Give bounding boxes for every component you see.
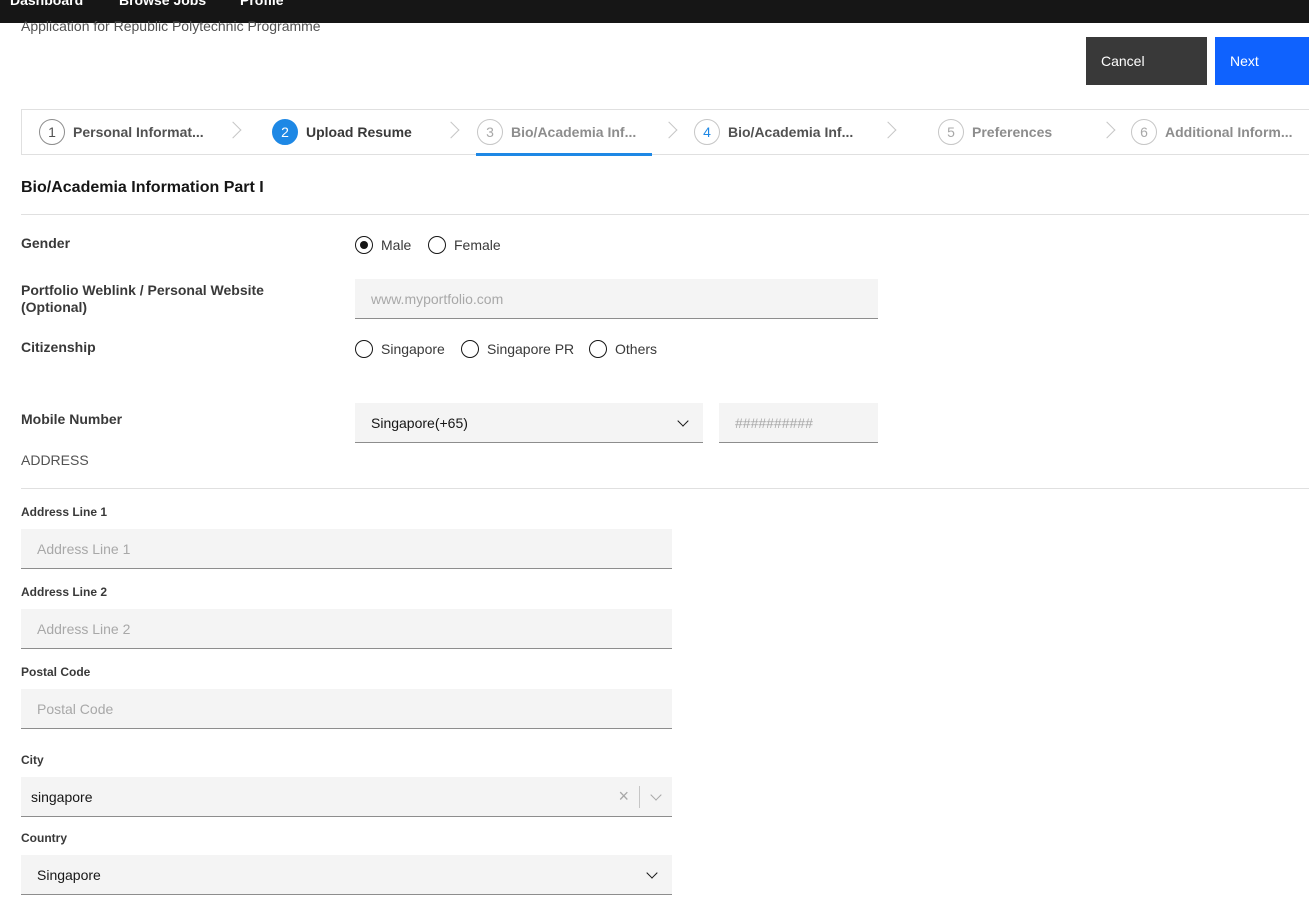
radio-unchecked-icon [355,340,373,358]
address-line2-input[interactable] [21,609,672,649]
address-line1-label: Address Line 1 [21,505,108,519]
chevron-right-icon [442,121,460,139]
chevron-right-icon [224,121,242,139]
step-number: 5 [938,119,964,145]
chevron-right-icon [660,121,678,139]
next-button[interactable]: Next [1215,37,1309,85]
clear-icon[interactable]: × [618,786,629,807]
portfolio-input[interactable] [355,279,878,319]
nav-profile[interactable]: Profile [240,0,284,8]
separator [639,785,640,808]
step-label: Personal Informat... [73,124,204,140]
radio-checked-icon [355,236,373,254]
mobile-number-input[interactable] [719,403,878,443]
step-label: Bio/Academia Inf... [728,124,854,140]
combobox-controls: × [618,777,662,816]
city-value: singapore [31,788,93,805]
step-label: Preferences [972,124,1053,140]
progress-stepper: 1 Personal Informat... 2 Upload Resume 3… [21,109,1309,156]
section-title: Bio/Academia Information Part I [21,179,264,196]
country-select[interactable]: Singapore [21,855,672,895]
country-value: Singapore [37,866,101,883]
page-subtitle: Application for Republic Polytechnic Pro… [21,18,321,34]
mobile-number-label: Mobile Number [21,411,123,427]
step-bio-academia-part-2[interactable]: 4 Bio/Academia Inf... [694,110,853,154]
city-combobox[interactable]: singapore × [21,777,672,817]
radio-label: Male [381,237,412,253]
citizenship-singapore-radio[interactable]: Singapore [355,340,445,358]
portfolio-label-line2: (Optional) [21,299,88,315]
step-number: 4 [694,119,720,145]
country-code-select[interactable]: Singapore(+65) [355,403,703,443]
city-label: City [21,753,44,767]
portfolio-label: Portfolio Weblink / Personal Website (Op… [21,282,264,316]
portfolio-label-line1: Portfolio Weblink / Personal Website [21,282,264,298]
citizenship-label: Citizenship [21,339,96,355]
step-label: Upload Resume [306,124,412,140]
step-label: Additional Inform... [1165,124,1293,140]
step-number: 2 [272,119,298,145]
step-number: 3 [477,119,503,145]
step-preferences[interactable]: 5 Preferences [938,110,1052,154]
address-heading: ADDRESS [21,452,89,468]
radio-label: Female [454,237,501,253]
step-bio-academia-part-1[interactable]: 3 Bio/Academia Inf... [476,110,652,156]
gender-female-radio[interactable]: Female [428,236,501,254]
gender-male-radio[interactable]: Male [355,236,411,254]
radio-unchecked-icon [589,340,607,358]
citizenship-singapore-pr-radio[interactable]: Singapore PR [461,340,574,358]
step-label: Bio/Academia Inf... [511,124,637,140]
nav-dashboard[interactable]: Dashboard [10,0,83,8]
divider [21,488,1309,489]
gender-label: Gender [21,235,71,251]
chevron-down-icon [677,414,689,427]
chevron-down-icon [646,866,658,879]
postal-code-input[interactable] [21,689,672,729]
address-line1-input[interactable] [21,529,672,569]
citizenship-others-radio[interactable]: Others [589,340,657,358]
radio-label: Singapore PR [487,341,575,357]
country-code-value: Singapore(+65) [371,414,468,431]
radio-label: Singapore [381,341,445,357]
step-number: 1 [39,119,65,145]
step-additional-information[interactable]: 6 Additional Inform... [1131,110,1293,154]
step-number: 6 [1131,119,1157,145]
cancel-button[interactable]: Cancel [1086,37,1207,85]
radio-label: Others [615,341,658,357]
step-upload-resume[interactable]: 2 Upload Resume [272,110,412,154]
country-label: Country [21,831,67,845]
divider [21,214,1309,215]
chevron-right-icon [879,121,897,139]
postal-code-label: Postal Code [21,665,91,679]
chevron-right-icon [1098,121,1116,139]
radio-unchecked-icon [461,340,479,358]
radio-unchecked-icon [428,236,446,254]
step-personal-information[interactable]: 1 Personal Informat... [39,110,204,154]
chevron-down-icon[interactable] [650,788,662,801]
nav-browse-jobs[interactable]: Browse Jobs [119,0,206,8]
address-line2-label: Address Line 2 [21,585,108,599]
